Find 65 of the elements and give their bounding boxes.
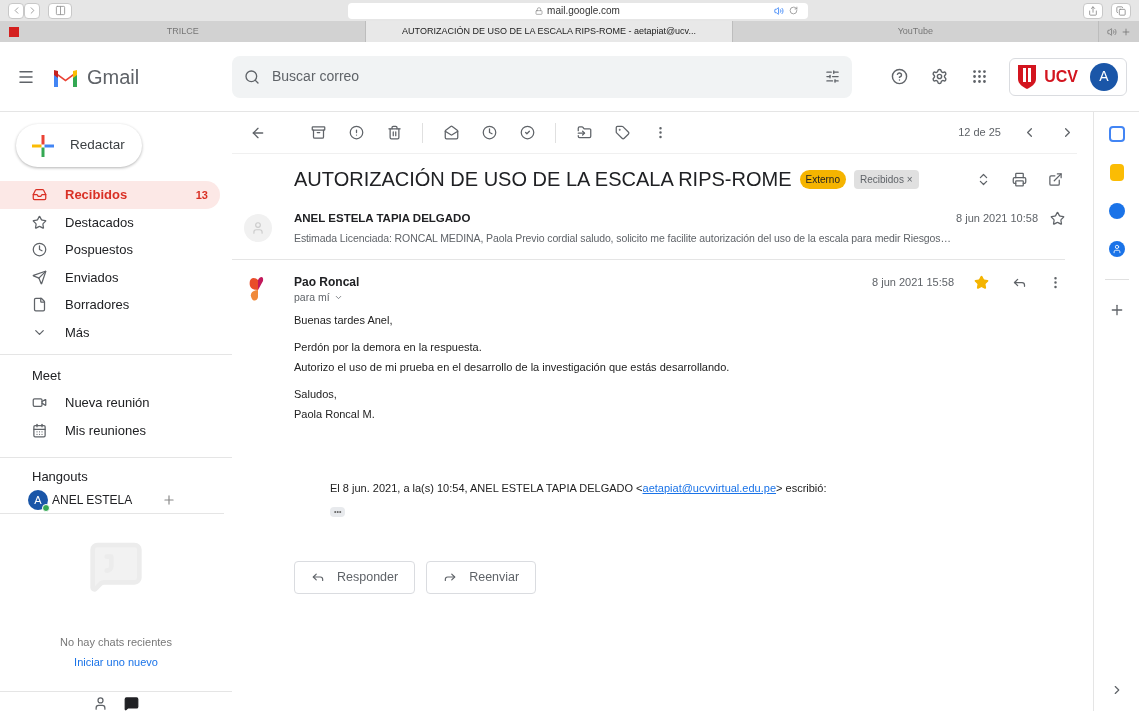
message-date: 8 jun 2021 10:58 [956,211,1038,227]
nav-item[interactable]: Mis reuniones [0,417,232,445]
star-icon[interactable] [1050,211,1065,227]
lock-icon [535,6,544,15]
body-text: Buenas tardes Anel, [294,312,394,328]
app-name: Gmail [87,64,140,90]
recipient-dropdown[interactable]: para mí [294,290,343,306]
star-icon [32,214,47,230]
label-tag[interactable]: Externo [799,169,846,189]
start-chat-link[interactable]: Iniciar uno nuevo [74,654,158,671]
nav-item[interactable]: Nueva reunión [0,389,232,417]
nav-item[interactable]: Borradores [0,291,220,319]
url-text: mail.google.com [547,4,620,18]
compose-button[interactable]: Redactar [16,124,142,168]
nav-item[interactable]: Enviados [0,263,220,292]
contacts-icon[interactable] [1108,241,1125,257]
chat-icon[interactable] [124,696,139,711]
forward-button[interactable]: Reenviar [426,560,537,594]
filter-icon[interactable] [825,69,840,84]
page-position: 12 de 25 [958,125,1001,141]
section-title: Hangouts [31,468,89,487]
send-icon [32,269,47,285]
sidebar-icon [54,5,66,16]
speaker-icon[interactable] [773,5,784,16]
sidebar-button[interactable] [48,2,72,19]
search-icon [244,68,260,85]
tabs-icon [1116,5,1126,16]
reply-button[interactable]: Responder [294,560,416,594]
avatar[interactable]: A [1090,62,1118,91]
shield-logo [1018,64,1037,89]
body-text: Perdón por la demora en la respuesta. [294,340,483,356]
label-tag[interactable]: Recibidos × [854,169,919,189]
sender-name: ANEL ESTELA TAPIA DELGADO [294,211,472,226]
org-logo-text: UCV [1044,68,1078,85]
contact-name[interactable]: ANEL ESTELA [52,491,162,510]
avatar[interactable]: A [28,490,48,511]
site-favicon [9,26,19,37]
email-subject: AUTORIZACIÓN DE USO DE LA ESCALA RIPS-ROME [294,167,792,192]
address-bar[interactable]: mail.google.com [347,2,808,19]
body-text: Saludos, [294,387,338,403]
plus-icon [32,134,54,157]
browser-tab[interactable]: AUTORIZACIÓN DE USO DE LA ESCALA RIPS-ROME - aetapiat@ucv... [366,21,733,42]
section-title: Meet [31,367,62,386]
sender-name: Pao Roncal [294,274,361,291]
share-icon [1088,5,1098,16]
nav-item[interactable]: Destacados [0,208,220,237]
search-bar[interactable]: Buscar correo [232,55,852,98]
inbox-icon [32,187,47,203]
help-icon[interactable] [889,66,910,87]
person-icon[interactable] [93,696,108,711]
empty-chats-text: No hay chats recientes [60,635,172,650]
nav-item[interactable]: Recibidos 13 [0,181,220,209]
body-text: Paola Roncal M. [294,406,376,422]
nav-item[interactable]: Más [0,318,220,346]
star-icon[interactable] [974,274,989,290]
quote-header: El 8 jun. 2021, a la(s) 10:54, ANEL ESTELA TAPIA DELGADO <aetapiat@ucvvirtual.edu.pe> escribió: [330,481,828,497]
email-link[interactable]: aetapiat@ucvvirtual.edu.pe [642,482,777,495]
message-date: 8 jun 2021 15:58 [872,274,954,290]
clock-icon [32,242,47,258]
nav-item[interactable]: Pospuestos [0,236,220,264]
file-icon [32,297,47,313]
message-snippet: Estimada Licenciada: RONCAL MEDINA, Paola Previo cordial saludo, solicito me facilite autorización del uso de la escala para medir Riesgos… [294,231,952,247]
avatar [244,214,272,242]
search-field[interactable]: Buscar correo [272,66,813,87]
body-text: Autorizo el uso de mi prueba en el desarrollo de la investigación que estás desarrollando. [294,359,731,375]
